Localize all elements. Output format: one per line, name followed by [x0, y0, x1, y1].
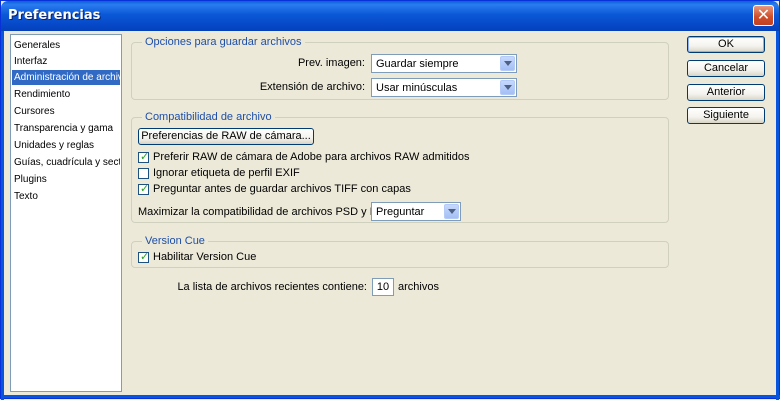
extension-select-value: Usar minúsculas	[376, 82, 458, 94]
compat-legend: Compatibilidad de archivo	[142, 111, 275, 124]
psd-compat-label: Maximizar la compatibilidad de archivos …	[138, 206, 395, 218]
extension-label: Extensión de archivo:	[259, 81, 365, 93]
recent-files-suffix: archivos	[398, 281, 439, 293]
sidebar-item-generales[interactable]: Generales	[12, 38, 120, 53]
sidebar-item-unidades[interactable]: Unidades y reglas	[12, 138, 120, 153]
chevron-down-icon[interactable]	[500, 56, 515, 71]
sidebar-item-cursores[interactable]: Cursores	[12, 104, 120, 119]
save-options-legend: Opciones para guardar archivos	[142, 36, 305, 49]
title-bar[interactable]: Preferencias ✕	[1, 1, 779, 31]
sidebar-item-administracion-archivos[interactable]: Administración de archivos	[12, 70, 120, 85]
sidebar-item-transparencia[interactable]: Transparencia y gama	[12, 121, 120, 136]
ignore-exif-label: Ignorar etiqueta de perfil EXIF	[153, 167, 300, 179]
preview-select[interactable]: Guardar siempre	[371, 54, 517, 73]
chevron-down-icon[interactable]	[500, 80, 515, 95]
recent-files-label: La lista de archivos recientes contiene:	[177, 281, 367, 293]
window-frame-right	[776, 31, 779, 400]
extension-select[interactable]: Usar minúsculas	[371, 78, 517, 97]
sidebar-item-guias[interactable]: Guías, cuadrícula y sectores	[12, 155, 120, 170]
chevron-down-icon[interactable]	[444, 204, 459, 219]
prefer-raw-checkbox[interactable]: ✓	[138, 150, 150, 163]
next-button[interactable]: Siguiente	[687, 107, 765, 124]
checkmark-icon: ✓	[140, 250, 150, 263]
preview-select-value: Guardar siempre	[376, 58, 459, 70]
cancel-button[interactable]: Cancelar	[687, 60, 765, 77]
raw-prefs-button[interactable]: Preferencias de RAW de cámara...	[138, 128, 314, 145]
preview-label: Prev. imagen:	[297, 57, 365, 69]
ask-tiff-checkbox[interactable]: ✓	[138, 182, 150, 195]
version-cue-checkbox[interactable]: ✓	[138, 250, 150, 263]
sidebar-item-texto[interactable]: Texto	[12, 189, 120, 204]
psd-compat-select-value: Preguntar	[376, 206, 425, 218]
window-frame-bottom	[1, 395, 780, 398]
psd-compat-select[interactable]: Preguntar	[371, 202, 461, 221]
prefer-raw-label: Preferir RAW de cámara de Adobe para arc…	[153, 151, 470, 163]
sidebar-item-interfaz[interactable]: Interfaz	[12, 54, 120, 69]
ignore-exif-checkbox[interactable]	[138, 168, 149, 179]
window-title: Preferencias	[8, 8, 101, 23]
category-list[interactable]: Generales Interfaz Administración de arc…	[10, 34, 122, 392]
preferences-window: Preferencias ✕ Generales Interfaz Admini…	[0, 0, 780, 400]
ask-tiff-label: Preguntar antes de guardar archivos TIFF…	[153, 183, 411, 195]
recent-files-input[interactable]: 10	[372, 278, 394, 296]
close-icon[interactable]: ✕	[753, 5, 774, 26]
version-cue-legend: Version Cue	[142, 235, 208, 248]
ok-button[interactable]: OK	[687, 36, 765, 53]
window-frame-left	[1, 31, 4, 400]
version-cue-label: Habilitar Version Cue	[153, 251, 257, 263]
sidebar-item-plugins[interactable]: Plugins	[12, 172, 120, 187]
checkmark-icon: ✓	[140, 182, 150, 195]
sidebar-item-rendimiento[interactable]: Rendimiento	[12, 87, 120, 102]
checkmark-icon: ✓	[140, 150, 150, 163]
previous-button[interactable]: Anterior	[687, 84, 765, 101]
